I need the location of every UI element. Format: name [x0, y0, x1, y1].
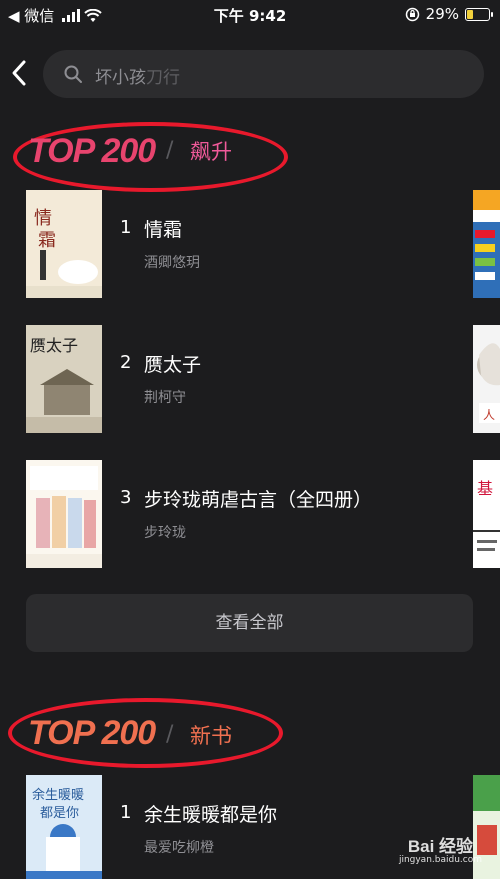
- orientation-lock-icon: [405, 7, 419, 21]
- status-bar: ◀ 微信 下午 9:42 29%: [0, 0, 500, 30]
- title-divider: /: [166, 722, 174, 747]
- search-header: 坏小孩刀行: [0, 30, 500, 114]
- top200-logo: TOP 200: [28, 132, 156, 170]
- section-title: 新书: [190, 724, 232, 748]
- book-rank: 3: [120, 487, 132, 508]
- book-item[interactable]: 赝太子 2 赝太子 荆柯守 人: [0, 325, 500, 435]
- book-cover-peek[interactable]: 基: [473, 460, 500, 568]
- svg-text:霜: 霜: [38, 230, 56, 251]
- rank-section-soaring: TOP 200 / 飙升 情霜 1 情霜 酒卿悠玥 赝太子 2 赝太子 荆柯守 …: [0, 114, 500, 686]
- battery-icon: [465, 7, 493, 21]
- title-divider: /: [166, 138, 174, 163]
- back-arrow-icon[interactable]: [8, 58, 30, 88]
- search-placeholder-main: 坏小孩: [95, 68, 146, 88]
- book-item[interactable]: 情霜 1 情霜 酒卿悠玥: [0, 190, 500, 300]
- book-cover[interactable]: 余生暖暖 都是你: [26, 775, 102, 879]
- book-cover[interactable]: 情霜: [26, 190, 102, 298]
- watermark: Bai 经验 jingyan.baidu.com: [399, 832, 482, 865]
- search-placeholder-suffix: 刀行: [146, 68, 180, 88]
- book-rank: 1: [120, 217, 132, 238]
- book-cover-peek[interactable]: 人: [473, 325, 500, 433]
- book-title: 赝太子: [144, 354, 202, 376]
- svg-text:人: 人: [483, 408, 495, 422]
- search-icon: [64, 65, 82, 83]
- svg-text:余生暖暖: 余生暖暖: [32, 787, 84, 803]
- section-title: 飙升: [190, 140, 232, 164]
- top200-logo: TOP 200: [28, 714, 156, 752]
- svg-text:情: 情: [34, 208, 52, 229]
- battery-percent: 29%: [425, 5, 459, 23]
- book-rank: 2: [120, 352, 132, 373]
- book-cover[interactable]: [26, 460, 102, 568]
- book-author: 最爱吃柳橙: [144, 840, 214, 856]
- book-cover-peek[interactable]: [473, 190, 500, 298]
- book-author: 荆柯守: [144, 390, 186, 406]
- book-cover[interactable]: 赝太子: [26, 325, 102, 433]
- book-title: 情霜: [144, 219, 183, 241]
- book-title: 步玲珑萌虐古言（全四册）: [144, 489, 373, 511]
- book-author: 步玲珑: [144, 525, 186, 541]
- search-placeholder: 坏小孩刀行: [95, 63, 180, 88]
- book-rank: 1: [120, 802, 132, 823]
- book-item[interactable]: 3 步玲珑萌虐古言（全四册） 步玲珑 基: [0, 460, 500, 570]
- svg-text:赝太子: 赝太子: [30, 336, 78, 355]
- watermark-logo: Bai 经验: [407, 837, 474, 856]
- svg-text:都是你: 都是你: [40, 806, 79, 821]
- search-input[interactable]: 坏小孩刀行: [43, 50, 484, 98]
- watermark-url: jingyan.baidu.com: [398, 855, 482, 865]
- book-author: 酒卿悠玥: [144, 255, 200, 271]
- status-right: 29%: [405, 5, 493, 23]
- svg-text:基: 基: [477, 479, 493, 498]
- view-all-button[interactable]: 查看全部: [26, 594, 473, 652]
- book-title: 余生暖暖都是你: [144, 804, 278, 826]
